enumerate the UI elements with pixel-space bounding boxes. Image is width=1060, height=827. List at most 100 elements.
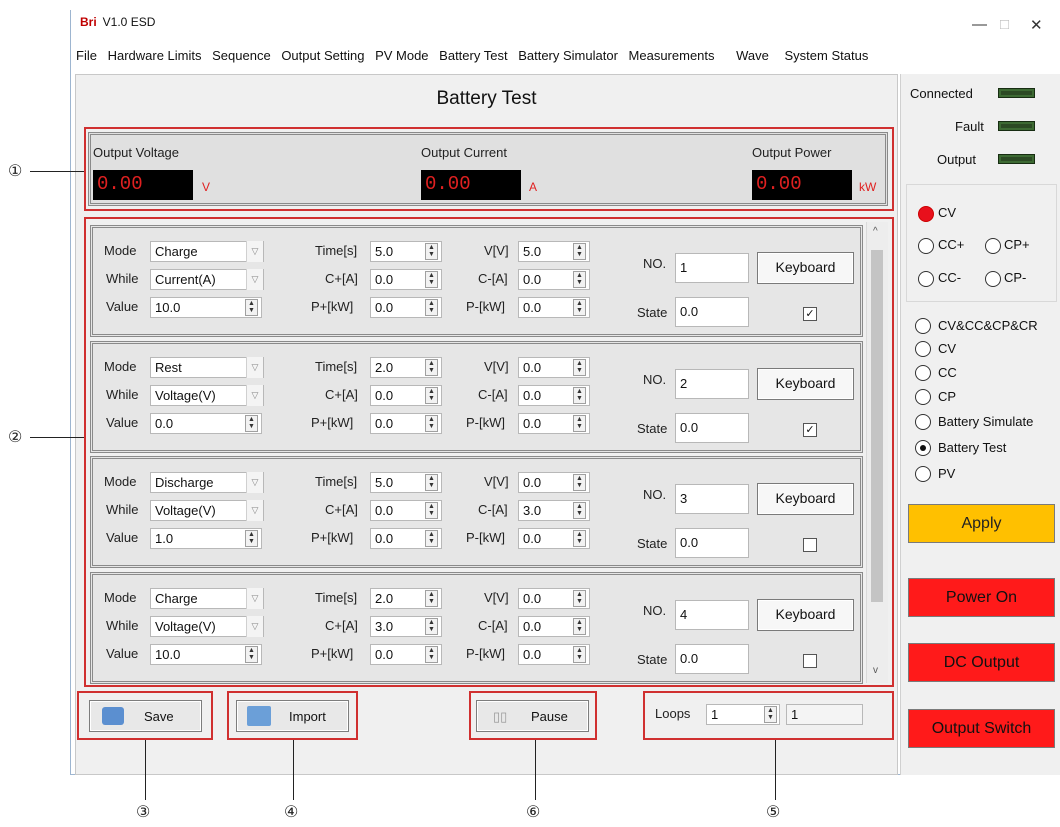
no-field[interactable]: 4 (675, 600, 749, 630)
spin-icon[interactable]: ▲ ▼ (425, 271, 438, 288)
import-button[interactable]: Import (236, 700, 349, 732)
scroll-down-icon[interactable]: v (873, 665, 878, 676)
c-minus-input[interactable]: 0.0 ▲ ▼ (518, 269, 590, 290)
spin-icon[interactable]: ▲ ▼ (425, 387, 438, 404)
menu-sequence[interactable]: Sequence (212, 48, 271, 63)
spin-icon[interactable]: ▲ ▼ (425, 474, 438, 491)
keyboard-button[interactable]: Keyboard (757, 483, 854, 515)
while-select[interactable]: Voltage(V) ▽ (150, 616, 264, 637)
spin-icon[interactable]: ▲ ▼ (245, 646, 258, 663)
menu-file[interactable]: File (76, 48, 97, 63)
minimize-icon[interactable]: — (972, 16, 987, 33)
mode-radio-cp-plus[interactable] (985, 238, 1001, 254)
menu-system-status[interactable]: System Status (785, 48, 869, 63)
output-switch-button[interactable]: Output Switch (908, 709, 1055, 748)
mode-select[interactable]: Charge ▽ (150, 241, 264, 262)
p-plus-input[interactable]: 0.0 ▲ ▼ (370, 413, 442, 434)
p-minus-input[interactable]: 0.0 ▲ ▼ (518, 297, 590, 318)
spin-icon[interactable]: ▲ ▼ (573, 530, 586, 547)
no-field[interactable]: 2 (675, 369, 749, 399)
value-input[interactable]: 0.0 ▲ ▼ (150, 413, 262, 434)
chevron-down-icon[interactable]: ▽ (246, 357, 263, 378)
mode-select[interactable]: Discharge ▽ (150, 472, 264, 493)
chevron-down-icon[interactable]: ▽ (246, 385, 263, 406)
spin-icon[interactable]: ▲ ▼ (573, 646, 586, 663)
p-minus-input[interactable]: 0.0 ▲ ▼ (518, 413, 590, 434)
chevron-down-icon[interactable]: ▽ (246, 588, 263, 609)
c-plus-input[interactable]: 0.0 ▲ ▼ (370, 385, 442, 406)
segment-checkbox[interactable] (803, 654, 817, 668)
p-plus-input[interactable]: 0.0 ▲ ▼ (370, 644, 442, 665)
chevron-down-icon[interactable]: ▽ (246, 269, 263, 290)
v-input[interactable]: 5.0 ▲ ▼ (518, 241, 590, 262)
c-plus-input[interactable]: 3.0 ▲ ▼ (370, 616, 442, 637)
maximize-icon[interactable]: □ (1000, 16, 1009, 33)
function-radio[interactable] (915, 318, 931, 334)
v-input[interactable]: 0.0 ▲ ▼ (518, 588, 590, 609)
value-input[interactable]: 10.0 ▲ ▼ (150, 297, 262, 318)
while-select[interactable]: Current(A) ▽ (150, 269, 264, 290)
time-input[interactable]: 5.0 ▲ ▼ (370, 241, 442, 262)
value-input[interactable]: 10.0 ▲ ▼ (150, 644, 262, 665)
keyboard-button[interactable]: Keyboard (757, 252, 854, 284)
spin-icon[interactable]: ▲ ▼ (425, 502, 438, 519)
spin-icon[interactable]: ▲ ▼ (245, 530, 258, 547)
no-field[interactable]: 3 (675, 484, 749, 514)
spin-icon[interactable]: ▲ ▼ (573, 271, 586, 288)
c-minus-input[interactable]: 0.0 ▲ ▼ (518, 385, 590, 406)
mode-radio-cc-plus[interactable] (918, 238, 934, 254)
loops-spin-icon[interactable]: ▲ ▼ (764, 706, 777, 723)
while-select[interactable]: Voltage(V) ▽ (150, 385, 264, 406)
time-input[interactable]: 2.0 ▲ ▼ (370, 588, 442, 609)
function-radio[interactable] (915, 440, 931, 456)
menu-battery-test[interactable]: Battery Test (439, 48, 507, 63)
chevron-down-icon[interactable]: ▽ (246, 616, 263, 637)
pause-button[interactable]: ▯▯ Pause (476, 700, 589, 732)
spin-icon[interactable]: ▲ ▼ (573, 299, 586, 316)
spin-icon[interactable]: ▲ ▼ (573, 243, 586, 260)
spin-icon[interactable]: ▲ ▼ (573, 502, 586, 519)
chevron-down-icon[interactable]: ▽ (246, 500, 263, 521)
spin-icon[interactable]: ▲ ▼ (425, 646, 438, 663)
scroll-up-icon[interactable]: ^ (873, 226, 878, 237)
value-input[interactable]: 1.0 ▲ ▼ (150, 528, 262, 549)
c-plus-input[interactable]: 0.0 ▲ ▼ (370, 269, 442, 290)
menu-hardware-limits[interactable]: Hardware Limits (108, 48, 202, 63)
c-plus-input[interactable]: 0.0 ▲ ▼ (370, 500, 442, 521)
c-minus-input[interactable]: 0.0 ▲ ▼ (518, 616, 590, 637)
spin-icon[interactable]: ▲ ▼ (573, 474, 586, 491)
spin-icon[interactable]: ▲ ▼ (573, 387, 586, 404)
p-minus-input[interactable]: 0.0 ▲ ▼ (518, 528, 590, 549)
time-input[interactable]: 5.0 ▲ ▼ (370, 472, 442, 493)
segment-checkbox[interactable] (803, 538, 817, 552)
spin-icon[interactable]: ▲ ▼ (573, 359, 586, 376)
spin-icon[interactable]: ▲ ▼ (425, 530, 438, 547)
spin-icon[interactable]: ▲ ▼ (425, 299, 438, 316)
time-input[interactable]: 2.0 ▲ ▼ (370, 357, 442, 378)
segment-checkbox[interactable]: ✓ (803, 307, 817, 321)
mode-radio-cc-minus[interactable] (918, 271, 934, 287)
v-input[interactable]: 0.0 ▲ ▼ (518, 472, 590, 493)
function-radio[interactable] (915, 414, 931, 430)
keyboard-button[interactable]: Keyboard (757, 599, 854, 631)
spin-icon[interactable]: ▲ ▼ (573, 415, 586, 432)
menu-wave[interactable]: Wave (736, 48, 769, 63)
spin-icon[interactable]: ▲ ▼ (573, 590, 586, 607)
p-minus-input[interactable]: 0.0 ▲ ▼ (518, 644, 590, 665)
chevron-down-icon[interactable]: ▽ (246, 472, 263, 493)
spin-icon[interactable]: ▲ ▼ (245, 299, 258, 316)
scrollbar-thumb[interactable] (871, 250, 883, 602)
p-plus-input[interactable]: 0.0 ▲ ▼ (370, 297, 442, 318)
function-radio[interactable] (915, 341, 931, 357)
spin-icon[interactable]: ▲ ▼ (425, 243, 438, 260)
mode-radio-cv[interactable] (918, 206, 934, 222)
spin-icon[interactable]: ▲ ▼ (573, 618, 586, 635)
c-minus-input[interactable]: 3.0 ▲ ▼ (518, 500, 590, 521)
dc-output-button[interactable]: DC Output (908, 643, 1055, 682)
function-radio[interactable] (915, 466, 931, 482)
mode-select[interactable]: Rest ▽ (150, 357, 264, 378)
save-button[interactable]: Save (89, 700, 202, 732)
menu-measurements[interactable]: Measurements (629, 48, 715, 63)
chevron-down-icon[interactable]: ▽ (246, 241, 263, 262)
close-icon[interactable]: ✕ (1030, 16, 1043, 34)
